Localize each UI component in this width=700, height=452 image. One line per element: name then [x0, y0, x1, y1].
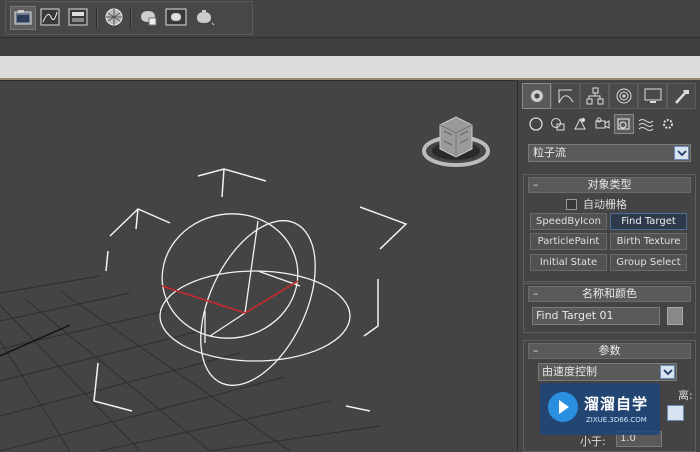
subcategory-dropdown[interactable]: 粒子流: [528, 144, 691, 162]
shapes-icon[interactable]: [548, 114, 568, 134]
collapse-icon[interactable]: –: [533, 287, 539, 301]
object-name-input[interactable]: Find Target 01: [532, 307, 660, 325]
helpers-icon[interactable]: [614, 114, 634, 134]
schematic-view-icon[interactable]: [66, 6, 90, 28]
render-production-icon[interactable]: [192, 6, 216, 28]
object-type-title: 对象类型: [587, 178, 632, 191]
object-type-rollout: – 对象类型 自动栅格 SpeedByIcon Find Target Part…: [523, 174, 696, 282]
initial-state-button[interactable]: Initial State: [530, 254, 607, 271]
parameters-title: 参数: [598, 344, 621, 357]
create-categories: [526, 114, 678, 136]
object-type-header[interactable]: – 对象类型: [528, 177, 691, 193]
chevron-down-icon[interactable]: [660, 365, 675, 379]
modify-tab[interactable]: [551, 83, 580, 109]
viewport-label-bar: [0, 56, 700, 80]
watermark-badge: 溜溜自学 ZIXUE.3D66.COM: [540, 383, 660, 435]
distance-label: 离:: [678, 389, 693, 402]
motion-tab[interactable]: [609, 83, 638, 109]
command-panel-tabs: [522, 83, 696, 109]
collapse-icon[interactable]: –: [533, 178, 539, 192]
parameters-header[interactable]: – 参数: [528, 343, 691, 359]
viewcube-icon[interactable]: [420, 111, 500, 173]
less-than-label: 小于:: [580, 435, 606, 448]
control-mode-value: 由速度控制: [542, 365, 597, 378]
watermark-title: 溜溜自学: [584, 395, 649, 413]
lights-icon[interactable]: [570, 114, 590, 134]
main-toolbar: [0, 0, 700, 38]
render-teapot-icon[interactable]: [136, 6, 160, 28]
home-grid: [0, 275, 381, 451]
name-color-title: 名称和颜色: [582, 287, 637, 300]
render-setup-icon[interactable]: [10, 6, 36, 30]
find-target-button[interactable]: Find Target: [610, 213, 687, 230]
toolbar-separator: [130, 8, 132, 28]
control-mode-dropdown[interactable]: 由速度控制: [538, 363, 677, 381]
autogrid-checkbox[interactable]: [566, 198, 577, 210]
perspective-viewport[interactable]: [0, 80, 515, 451]
hierarchy-tab[interactable]: [580, 83, 609, 109]
space-warps-icon[interactable]: [636, 114, 656, 134]
axis-tripod: [161, 280, 299, 314]
watermark-url: ZIXUE.3D66.COM: [586, 416, 647, 424]
ribbon-strip: [0, 38, 700, 56]
birth-texture-button[interactable]: Birth Texture: [610, 233, 687, 250]
material-editor-icon[interactable]: [102, 6, 126, 28]
find-target-gizmo[interactable]: [152, 203, 351, 403]
speedbyicon-button[interactable]: SpeedByIcon: [530, 213, 607, 230]
display-tab[interactable]: [638, 83, 667, 109]
create-tab[interactable]: [522, 83, 551, 109]
render-toolbar-group: [5, 1, 253, 35]
chevron-down-icon[interactable]: [667, 405, 684, 421]
chevron-down-icon[interactable]: [674, 146, 689, 160]
particlepaint-button[interactable]: ParticlePaint: [530, 233, 607, 250]
autogrid-label: 自动栅格: [583, 198, 627, 211]
selection-brackets: [93, 168, 408, 412]
rendered-frame-icon[interactable]: [164, 6, 188, 28]
collapse-icon[interactable]: –: [533, 344, 539, 358]
group-select-button[interactable]: Group Select: [610, 254, 687, 271]
name-color-rollout: – 名称和颜色 Find Target 01: [523, 283, 696, 333]
subcategory-value: 粒子流: [533, 146, 566, 159]
name-color-header[interactable]: – 名称和颜色: [528, 286, 691, 302]
object-color-swatch[interactable]: [667, 307, 683, 325]
toolbar-separator: [96, 8, 98, 28]
geometry-icon[interactable]: [526, 114, 546, 134]
autogrid-row[interactable]: 自动栅格: [566, 196, 627, 212]
curve-editor-icon[interactable]: [38, 6, 62, 28]
watermark-logo-icon: [548, 392, 578, 422]
systems-icon[interactable]: [658, 114, 678, 134]
utilities-tab[interactable]: [667, 83, 696, 109]
cameras-icon[interactable]: [592, 114, 612, 134]
